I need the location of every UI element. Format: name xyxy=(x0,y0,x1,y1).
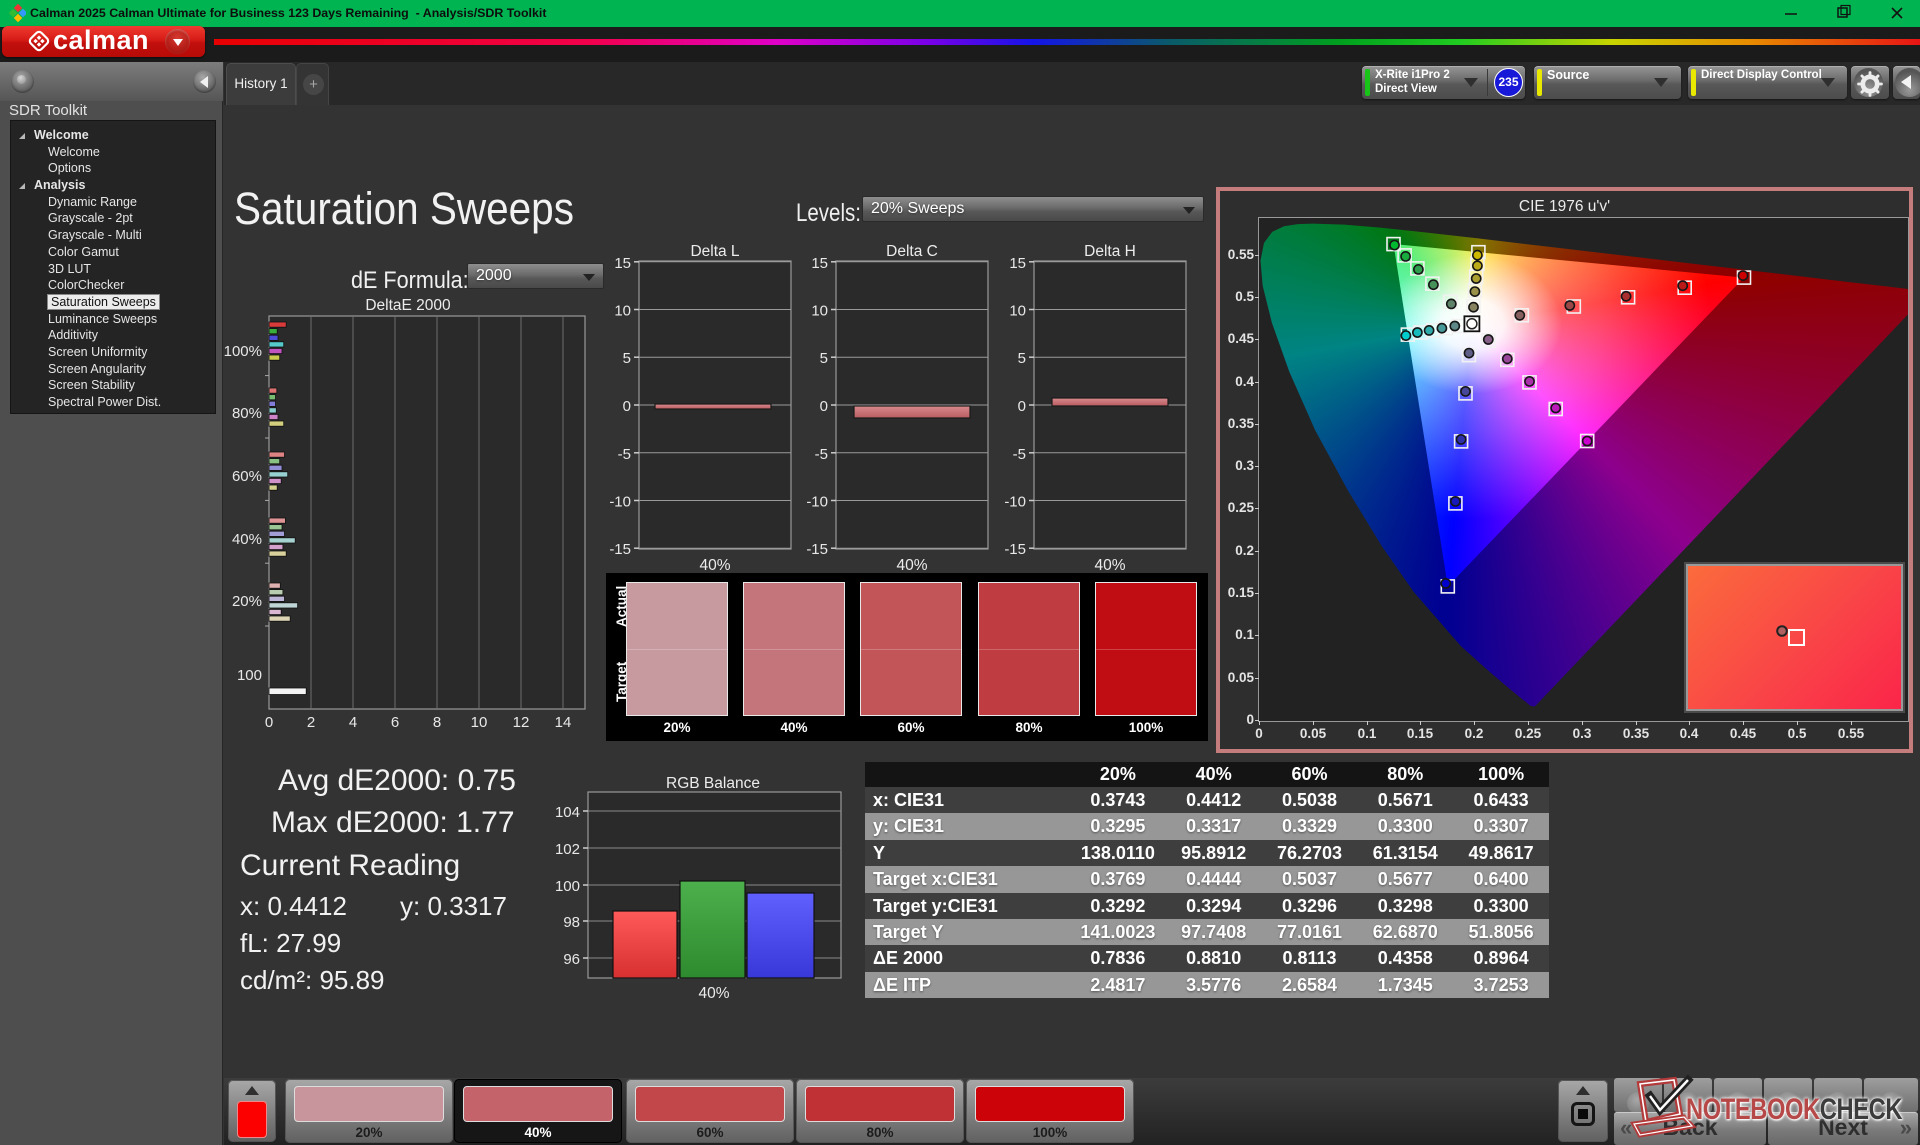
svg-text:96: 96 xyxy=(563,951,580,968)
svg-text:RGB Balance: RGB Balance xyxy=(666,775,760,792)
svg-text:98: 98 xyxy=(563,914,580,931)
svg-text:100: 100 xyxy=(555,878,580,895)
svg-text:102: 102 xyxy=(555,841,580,858)
svg-text:40%: 40% xyxy=(698,985,729,1002)
svg-text:104: 104 xyxy=(555,804,580,821)
